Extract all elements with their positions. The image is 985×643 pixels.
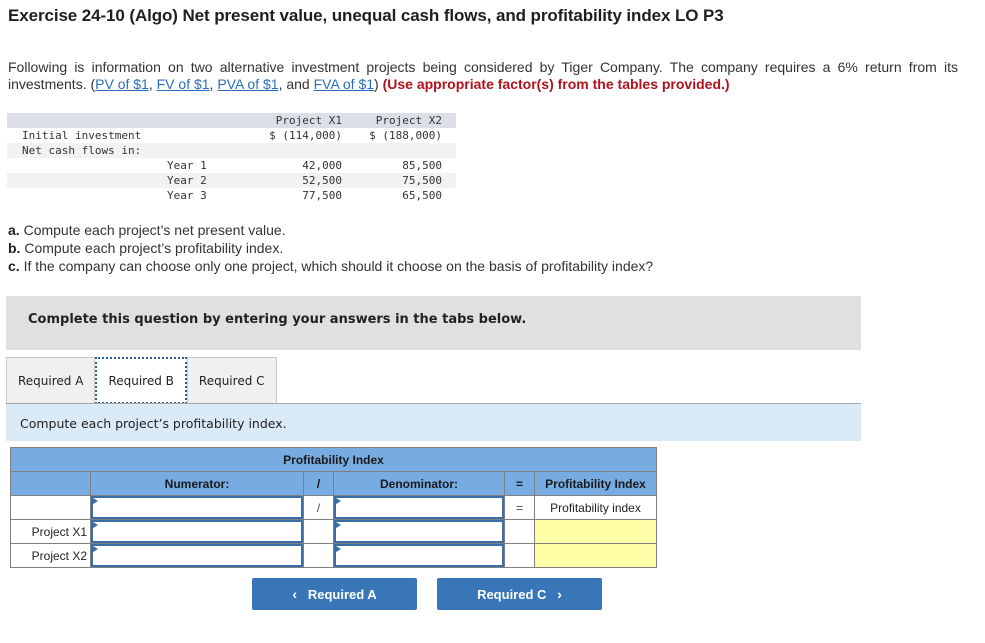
table-row: Project X1 — [10, 519, 657, 544]
row-label: Net cash flows in: — [22, 144, 142, 157]
project-x2-pi-result — [534, 543, 657, 568]
x2-value: 75,500 — [402, 174, 442, 187]
denominator-label-input[interactable] — [336, 498, 502, 517]
requirement-text: Compute each project’s net present value… — [19, 222, 286, 238]
intro-paragraph: Following is information on two alternat… — [8, 59, 958, 93]
header-project-x2: Project X2 — [375, 114, 442, 127]
prev-button-label: Required A — [307, 586, 377, 602]
next-required-c-button[interactable]: Required C › — [437, 578, 602, 610]
tab-required-a[interactable]: Required A — [6, 357, 96, 404]
info-header-row: Project X1 Project X2 — [7, 113, 456, 128]
x2-value: $ (188,000) — [369, 129, 442, 142]
requirements-list: a. Compute each project’s net present va… — [8, 221, 653, 275]
table-row: Project X2 — [10, 543, 657, 568]
fva-of-1-link[interactable]: FVA of $1 — [314, 76, 374, 92]
denominator-cell — [333, 519, 505, 544]
blank-cell — [303, 543, 334, 568]
info-row: Net cash flows in: — [7, 143, 456, 158]
table-title: Profitability Index — [10, 447, 657, 472]
tab-instruction-text: Compute each project’s profitability ind… — [20, 416, 287, 431]
project-info-table: Project X1 Project X2 Initial investment… — [7, 113, 456, 203]
header-blank — [10, 471, 91, 496]
header-project-x1: Project X1 — [275, 114, 342, 127]
header-result: Profitability Index — [534, 471, 657, 496]
x2-value: 85,500 — [402, 159, 442, 172]
project-x1-pi-result — [534, 519, 657, 544]
separator: ) — [374, 76, 383, 92]
denominator-label-cell — [333, 495, 505, 520]
numerator-label-cell — [90, 495, 304, 520]
next-button-label: Required C — [477, 586, 547, 602]
result-label: Profitability index — [534, 495, 657, 520]
info-row: Year 1 42,000 85,500 — [7, 158, 456, 173]
row-label: Initial investment — [22, 129, 142, 142]
requirement-b: b. Compute each project’s profitability … — [8, 239, 653, 257]
row-sublabel: Year 3 — [167, 189, 207, 202]
x1-value: 42,000 — [302, 159, 342, 172]
project-x2-denominator-input[interactable] — [336, 546, 502, 565]
instructions-banner: Complete this question by entering your … — [6, 296, 861, 350]
blank-cell — [504, 543, 535, 568]
project-x2-numerator-input[interactable] — [93, 546, 301, 565]
profitability-index-table: Profitability Index Numerator: / Denomin… — [10, 447, 657, 568]
blank-cell — [303, 519, 334, 544]
x1-value: 52,500 — [302, 174, 342, 187]
prev-required-a-button[interactable]: ‹ Required A — [252, 578, 417, 610]
requirement-text: If the company can choose only one proje… — [19, 258, 654, 274]
tab-required-b[interactable]: Required B — [95, 357, 187, 404]
separator: , and — [278, 76, 314, 92]
header-numerator: Numerator: — [90, 471, 304, 496]
project-x1-denominator-input[interactable] — [336, 522, 502, 541]
chevron-right-icon: › — [557, 586, 562, 602]
project-x1-label: Project X1 — [10, 519, 91, 544]
info-row: Year 2 52,500 75,500 — [7, 173, 456, 188]
info-row: Year 3 77,500 65,500 — [7, 188, 456, 203]
header-equals: = — [504, 471, 535, 496]
pva-of-1-link[interactable]: PVA of $1 — [217, 76, 278, 92]
x1-value: 77,500 — [302, 189, 342, 202]
denominator-cell — [333, 543, 505, 568]
formula-row: / = Profitability index — [10, 495, 657, 520]
project-x1-numerator-input[interactable] — [93, 522, 301, 541]
numerator-cell — [90, 543, 304, 568]
factor-instruction: (Use appropriate factor(s) from the tabl… — [382, 76, 730, 92]
info-row: Initial investment $ (114,000) $ (188,00… — [7, 128, 456, 143]
row-sublabel: Year 1 — [167, 159, 207, 172]
formula-label — [10, 495, 91, 520]
numerator-label-input[interactable] — [93, 498, 301, 517]
requirement-a: a. Compute each project’s net present va… — [8, 221, 653, 239]
separator: , — [148, 76, 157, 92]
fv-of-1-link[interactable]: FV of $1 — [157, 76, 210, 92]
equals-sign: = — [504, 495, 535, 520]
header-denominator: Denominator: — [333, 471, 505, 496]
blank-cell — [504, 519, 535, 544]
banner-text: Complete this question by entering your … — [28, 312, 527, 327]
numerator-cell — [90, 519, 304, 544]
header-divide: / — [303, 471, 334, 496]
project-x2-label: Project X2 — [10, 543, 91, 568]
requirement-text: Compute each project’s profitability ind… — [20, 240, 284, 256]
requirement-c: c. If the company can choose only one pr… — [8, 257, 653, 275]
tab-bar: Required A Required B Required C — [6, 357, 277, 404]
exercise-title: Exercise 24-10 (Algo) Net present value,… — [8, 6, 724, 25]
row-sublabel: Year 2 — [167, 174, 207, 187]
divide-sign: / — [303, 495, 334, 520]
chevron-left-icon: ‹ — [292, 586, 297, 602]
requirement-letter: b. — [8, 240, 21, 256]
requirement-letter: c. — [8, 258, 20, 274]
requirement-letter: a. — [8, 222, 20, 238]
pv-of-1-link[interactable]: PV of $1 — [95, 76, 149, 92]
tab-instruction-panel: Compute each project’s profitability ind… — [6, 404, 861, 441]
x2-value: 65,500 — [402, 189, 442, 202]
x1-value: $ (114,000) — [269, 129, 342, 142]
tab-required-c[interactable]: Required C — [186, 357, 277, 404]
